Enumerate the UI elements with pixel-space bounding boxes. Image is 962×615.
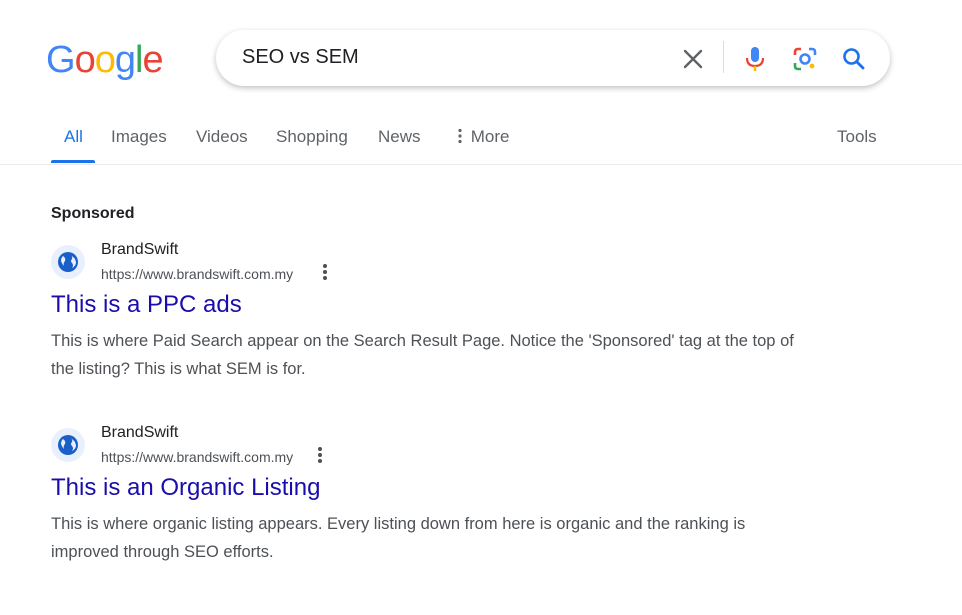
- globe-icon: [58, 252, 78, 272]
- tab-all[interactable]: All: [64, 127, 83, 147]
- search-box-divider: [723, 41, 724, 73]
- result-snippet: This is where organic listing appears. E…: [51, 515, 746, 561]
- search-icon[interactable]: [841, 46, 867, 72]
- tab-more[interactable]: More: [454, 127, 509, 147]
- site-url[interactable]: https://www.brandswift.com.my: [101, 449, 293, 465]
- camera-lens-icon[interactable]: [792, 46, 818, 72]
- site-name[interactable]: BrandSwift: [101, 424, 178, 442]
- site-favicon[interactable]: [51, 245, 85, 279]
- globe-icon: [58, 435, 78, 455]
- search-input[interactable]: SEO vs SEM: [242, 46, 359, 69]
- vertical-dots-icon: [458, 128, 462, 144]
- result-options-icon[interactable]: [320, 264, 330, 284]
- tab-shopping[interactable]: Shopping: [276, 127, 348, 147]
- microphone-icon[interactable]: [743, 45, 767, 73]
- search-box: SEO vs SEM: [216, 30, 890, 86]
- site-url[interactable]: https://www.brandswift.com.my: [101, 266, 293, 282]
- tab-more-label: More: [470, 127, 510, 146]
- result-options-icon[interactable]: [315, 447, 325, 467]
- tab-videos[interactable]: Videos: [196, 127, 248, 147]
- tab-images[interactable]: Images: [111, 127, 167, 147]
- sponsored-label: Sponsored: [51, 205, 135, 222]
- result-title-link[interactable]: This is a PPC ads: [51, 291, 242, 319]
- result-snippet: This is where Paid Search appear on the …: [51, 332, 794, 378]
- active-tab-indicator: [51, 160, 95, 163]
- google-logo[interactable]: Google: [46, 38, 162, 82]
- site-name[interactable]: BrandSwift: [101, 241, 178, 259]
- svg-text:Google: Google: [46, 39, 162, 81]
- site-favicon[interactable]: [51, 428, 85, 462]
- search-tabs: All Images Videos Shopping News More Too…: [0, 118, 962, 164]
- header-divider: [0, 164, 962, 165]
- close-icon[interactable]: [682, 48, 704, 70]
- result-title-link[interactable]: This is an Organic Listing: [51, 474, 320, 502]
- tab-news[interactable]: News: [378, 127, 421, 147]
- tools-button[interactable]: Tools: [837, 127, 877, 147]
